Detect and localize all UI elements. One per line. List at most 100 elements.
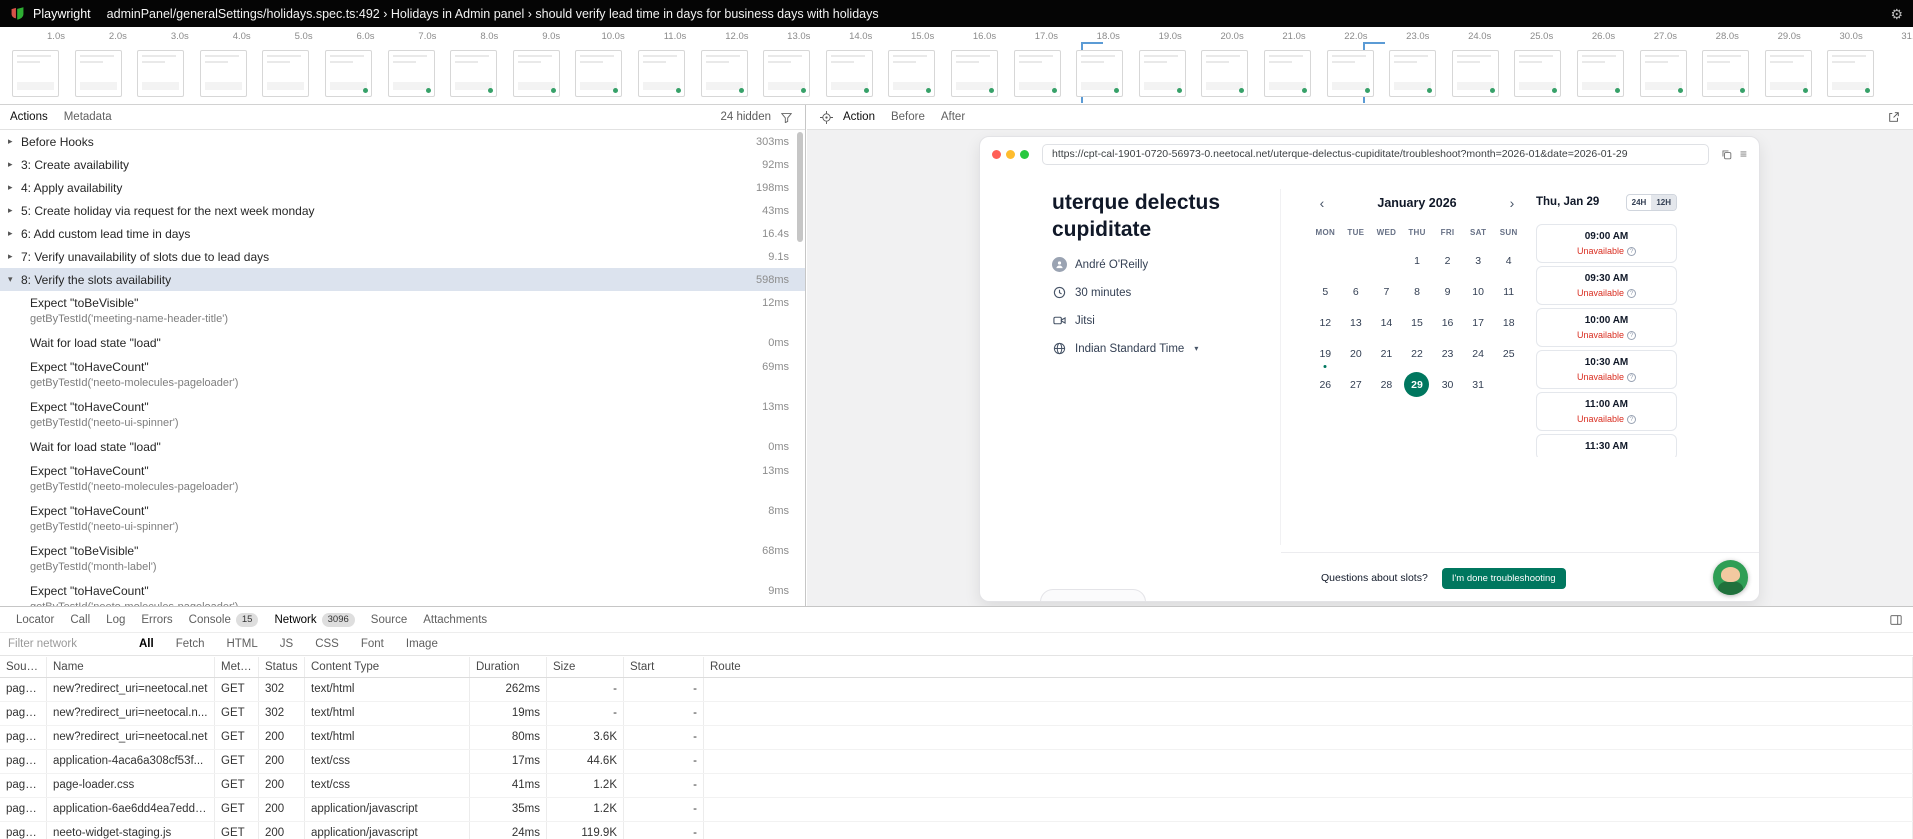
timeline-thumbnail[interactable]	[1577, 50, 1624, 97]
action-step[interactable]: Expect "toHaveCount" 13ms getByTestId('nee…	[0, 395, 805, 435]
network-row[interactable]: page#1 page-loader.css GET 200 text/css 41ms 1…	[0, 774, 1913, 798]
calendar-day[interactable]: 13	[1341, 307, 1372, 338]
help-circle-icon[interactable]: ?	[1627, 372, 1637, 382]
timeline-thumbnail[interactable]	[888, 50, 936, 97]
calendar-day[interactable]: 18	[1493, 307, 1524, 338]
timeline-thumbnail[interactable]	[262, 50, 310, 97]
action-item[interactable]: ▸ 7: Verify unavailability of slots due t…	[0, 245, 805, 268]
timeline-thumbnail[interactable]	[825, 50, 873, 97]
calendar-day[interactable]: 14	[1371, 307, 1402, 338]
calendar-day[interactable]: 22	[1402, 338, 1433, 369]
calendar-day[interactable]: 30	[1432, 369, 1463, 400]
network-row[interactable]: page#1 new?redirect_uri=neetocal.net GET 20…	[0, 726, 1913, 750]
network-filter-input[interactable]	[8, 638, 133, 650]
calendar-prev-icon[interactable]: ‹	[1314, 195, 1330, 211]
column-header-method[interactable]: Method	[215, 657, 259, 677]
action-step[interactable]: Expect "toHaveCount" 69ms getByTestId('nee…	[0, 355, 805, 395]
hidden-count[interactable]: 24 hidden	[720, 111, 771, 123]
timeline-thumbnail[interactable]	[1264, 50, 1311, 97]
filter-option-image[interactable]: Image	[406, 638, 438, 650]
timeline-thumbnail[interactable]	[1201, 50, 1249, 97]
timezone-selector[interactable]: Indian Standard Time ▾	[1052, 341, 1268, 356]
help-circle-icon[interactable]: ?	[1627, 288, 1637, 298]
calendar-day[interactable]: 3	[1463, 245, 1494, 276]
filter-option-fetch[interactable]: Fetch	[176, 638, 205, 650]
timeline-thumbnail[interactable]	[387, 50, 435, 97]
filter-option-font[interactable]: Font	[361, 638, 384, 650]
tab-source[interactable]: Source	[363, 607, 415, 632]
calendar-day[interactable]: 26	[1310, 369, 1341, 400]
action-step[interactable]: Expect "toHaveCount"9msgetByTestId('neet…	[0, 579, 805, 607]
timeline-thumbnail[interactable]	[199, 50, 247, 97]
done-troubleshooting-button[interactable]: I'm done troubleshooting	[1441, 567, 1566, 589]
timeline-thumbnail[interactable]	[512, 50, 560, 97]
filter-funnel-icon[interactable]	[777, 108, 795, 126]
tab-after[interactable]: After	[941, 111, 965, 123]
calendar-day[interactable]: 10	[1463, 276, 1494, 307]
time-slot[interactable]: 11:30 AM	[1536, 434, 1677, 457]
timeline-thumbnail[interactable]	[1013, 50, 1061, 97]
open-external-icon[interactable]	[1885, 108, 1903, 126]
calendar-day[interactable]: 12	[1310, 307, 1341, 338]
timeline-thumbnail[interactable]	[700, 50, 748, 97]
calendar-day[interactable]: 24	[1463, 338, 1494, 369]
timeline-thumbnail[interactable]	[1389, 50, 1437, 97]
network-row[interactable]: page#1 new?redirect_uri=neetocal.n... GET 3…	[0, 702, 1913, 726]
calendar-day[interactable]: 23	[1432, 338, 1463, 369]
calendar-day[interactable]: 1	[1402, 245, 1433, 276]
network-row[interactable]: page#1 neeto-widget-staging.js GET 200 appli…	[0, 822, 1913, 839]
timeline-thumbnail[interactable]	[137, 50, 185, 97]
timeline-thumbnail[interactable]	[1764, 50, 1812, 97]
calendar-day[interactable]: 8	[1402, 276, 1433, 307]
filter-option-css[interactable]: CSS	[315, 638, 339, 650]
timeline-thumbnail[interactable]	[638, 50, 685, 97]
calendar-day[interactable]: 15	[1402, 307, 1433, 338]
column-header-content-type[interactable]: Content Type	[305, 657, 470, 677]
action-step[interactable]: Expect "toHaveCount" 13ms getByTestId('nee…	[0, 459, 805, 499]
scrollbar-thumb[interactable]	[797, 132, 803, 242]
tab-metadata[interactable]: Metadata	[64, 111, 112, 123]
calendar-day[interactable]: 9	[1432, 276, 1463, 307]
time-slot[interactable]: 10:30 AM Unavailable?	[1536, 350, 1677, 389]
timeline-thumbnail[interactable]	[12, 50, 59, 97]
calendar-day[interactable]: 21	[1371, 338, 1402, 369]
timeline-thumbnail[interactable]	[1639, 50, 1687, 97]
calendar-day[interactable]: 31	[1463, 369, 1494, 400]
time-slot[interactable]: 09:00 AM Unavailable?	[1536, 224, 1677, 263]
tab-errors[interactable]: Errors	[133, 607, 180, 632]
action-step[interactable]: Wait for load state "load" 0ms	[0, 331, 805, 355]
tab-before[interactable]: Before	[891, 111, 925, 123]
network-row[interactable]: page#1 new?redirect_uri=neetocal.net GET 30…	[0, 678, 1913, 702]
column-header-size[interactable]: Size	[547, 657, 624, 677]
action-item[interactable]: ▸ Before Hooks 303ms	[0, 130, 805, 153]
time-slot[interactable]: 09:30 AM Unavailable?	[1536, 266, 1677, 305]
tab-actions[interactable]: Actions	[10, 111, 48, 123]
action-step[interactable]: Wait for load state "load" 0ms	[0, 435, 805, 459]
timeline-thumbnail[interactable]	[1514, 50, 1562, 97]
help-circle-icon[interactable]: ?	[1627, 246, 1637, 256]
time-slot[interactable]: 10:00 AM Unavailable?	[1536, 308, 1677, 347]
timeline-thumbnail[interactable]	[1076, 50, 1124, 97]
format-24h-button[interactable]: 24H	[1627, 195, 1652, 210]
copy-url-icon[interactable]	[1721, 149, 1732, 160]
calendar-day[interactable]: 29	[1402, 369, 1433, 400]
settings-gear-icon[interactable]: ⚙	[1890, 7, 1903, 21]
tab-action[interactable]: Action	[843, 111, 875, 123]
help-circle-icon[interactable]: ?	[1627, 414, 1637, 424]
column-header-route[interactable]: Route	[704, 657, 1913, 677]
tab-network[interactable]: Network 3096	[266, 607, 362, 632]
calendar-day[interactable]: 16	[1432, 307, 1463, 338]
action-item[interactable]: ▸ 5: Create holiday via request for the n…	[0, 199, 805, 222]
action-step[interactable]: Expect "toHaveCount" 8ms getByTestId('neet…	[0, 499, 805, 539]
filter-option-js[interactable]: JS	[280, 638, 293, 650]
column-header-source[interactable]: Source	[0, 657, 47, 677]
timeline-thumbnail[interactable]	[325, 50, 372, 97]
timeline-thumbnail[interactable]	[575, 50, 623, 97]
calendar-day[interactable]: 27	[1341, 369, 1372, 400]
timeline-thumbnail[interactable]	[951, 50, 998, 97]
tab-call[interactable]: Call	[62, 607, 98, 632]
column-header-status[interactable]: Status	[259, 657, 305, 677]
calendar-day[interactable]: 17	[1463, 307, 1494, 338]
timeline-thumbnail[interactable]	[1326, 50, 1374, 97]
tab-log[interactable]: Log	[98, 607, 133, 632]
